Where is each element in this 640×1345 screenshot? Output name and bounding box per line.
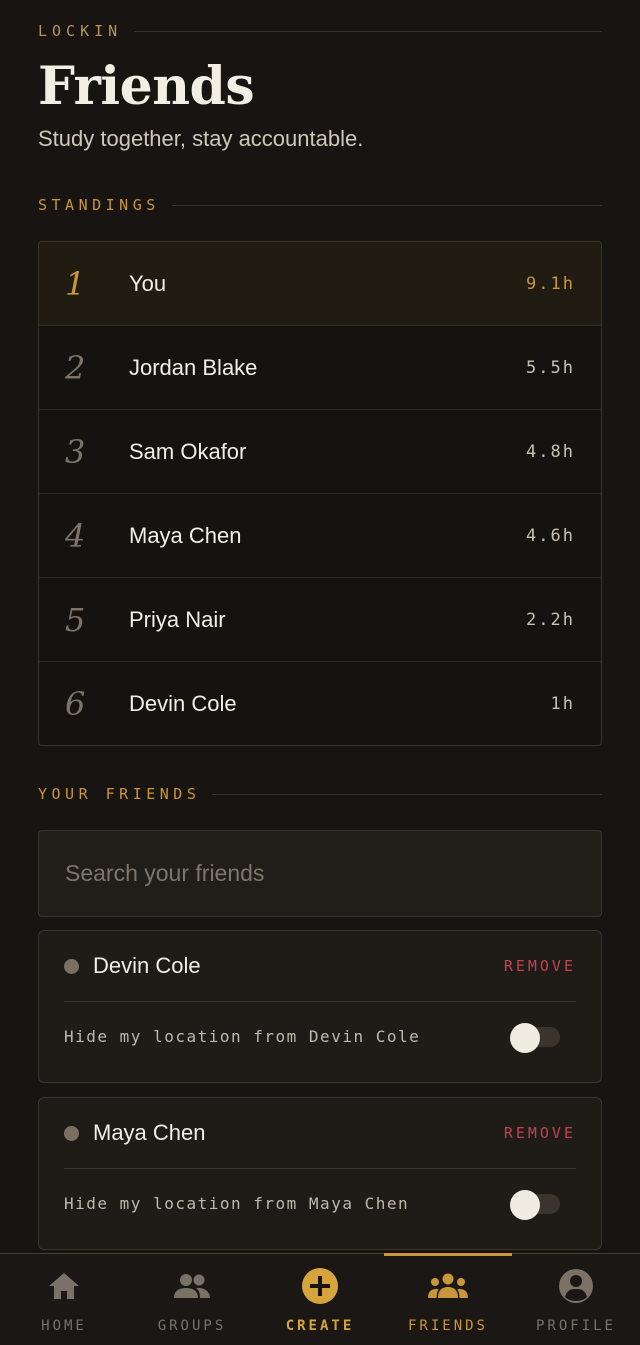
tab-home[interactable]: HOME: [0, 1254, 128, 1345]
friend-card-location: Hide my location from Maya Chen: [64, 1169, 576, 1238]
friend-card: Devin Cole REMOVE Hide my location from …: [38, 930, 602, 1083]
standings-header: STANDINGS: [38, 196, 602, 214]
standing-hours: 2.2h: [526, 609, 575, 630]
friend-name: Devin Cole: [93, 953, 201, 978]
friends-label: YOUR FRIENDS: [38, 785, 201, 803]
groups-icon: [172, 1268, 212, 1304]
hide-location-toggle[interactable]: [510, 1022, 560, 1053]
search-box: [38, 830, 602, 917]
status-dot-icon: [64, 958, 79, 974]
standing-row[interactable]: 2 Jordan Blake 5.5h: [39, 326, 601, 410]
friends-header: YOUR FRIENDS: [38, 785, 602, 803]
standing-name: Jordan Blake: [129, 354, 258, 380]
create-plus-icon: [301, 1268, 339, 1304]
page-subtitle: Study together, stay accountable.: [38, 126, 364, 151]
hide-location-label: Hide my location from Maya Chen: [64, 1194, 410, 1213]
standing-row[interactable]: 3 Sam Okafor 4.8h: [39, 410, 601, 494]
tab-label: FRIENDS: [407, 1318, 488, 1334]
toggle-knob: [510, 1022, 540, 1053]
friend-card-header: Devin Cole REMOVE: [64, 931, 576, 1002]
standing-rank: 3: [65, 432, 86, 471]
standing-row[interactable]: 1 You 9.1h: [39, 242, 601, 326]
tab-label: HOME: [41, 1318, 87, 1334]
standings-rule: [171, 204, 602, 206]
standing-name: Devin Cole: [129, 691, 237, 716]
friend-card-location: Hide my location from Devin Cole: [64, 1002, 576, 1071]
standing-rank: 1: [65, 264, 86, 303]
profile-icon: [558, 1268, 594, 1304]
friends-rule: [212, 793, 602, 795]
brand-label: LOCKIN: [38, 22, 123, 40]
remove-friend-button[interactable]: REMOVE: [504, 1124, 576, 1142]
bottom-tab-bar: HOME GROUPS CREATE FRIENDS PROFILE: [0, 1253, 640, 1345]
standing-name: Maya Chen: [129, 522, 242, 548]
standing-name: Priya Nair: [129, 606, 226, 632]
search-input[interactable]: [65, 860, 601, 887]
standing-hours: 5.5h: [526, 357, 575, 378]
standing-rank: 4: [65, 516, 86, 555]
standings-list: 1 You 9.1h 2 Jordan Blake 5.5h 3 Sam Oka…: [38, 241, 602, 746]
toggle-knob: [510, 1189, 540, 1220]
hide-location-label: Hide my location from Devin Cole: [64, 1027, 421, 1046]
tab-friends[interactable]: FRIENDS: [384, 1253, 512, 1345]
standing-row[interactable]: 6 Devin Cole 1h: [39, 662, 601, 745]
standing-name: You: [129, 270, 167, 296]
friend-card: Maya Chen REMOVE Hide my location from M…: [38, 1097, 602, 1250]
remove-friend-button[interactable]: REMOVE: [504, 957, 576, 975]
tab-profile[interactable]: PROFILE: [512, 1254, 640, 1345]
standing-row[interactable]: 4 Maya Chen 4.6h: [39, 494, 601, 578]
tab-groups[interactable]: GROUPS: [128, 1254, 256, 1345]
brand-header: LOCKIN: [38, 22, 602, 40]
standing-rank: 6: [65, 685, 86, 723]
friend-name: Maya Chen: [93, 1120, 206, 1145]
tab-create[interactable]: CREATE: [256, 1254, 384, 1345]
friends-icon: [427, 1268, 469, 1304]
standing-hours: 9.1h: [526, 273, 575, 294]
page-title: Friends: [38, 56, 255, 117]
home-icon: [47, 1268, 81, 1304]
standing-name: Sam Okafor: [129, 438, 247, 464]
friend-card-header: Maya Chen REMOVE: [64, 1098, 576, 1169]
standings-label: STANDINGS: [38, 196, 160, 214]
standing-row[interactable]: 5 Priya Nair 2.2h: [39, 578, 601, 662]
standing-rank: 5: [65, 600, 86, 639]
standing-hours: 4.8h: [526, 441, 575, 462]
status-dot-icon: [64, 1125, 79, 1141]
standing-rank: 2: [65, 348, 86, 387]
brand-rule: [134, 30, 602, 32]
standing-hours: 1h: [550, 694, 575, 714]
tab-label: GROUPS: [157, 1318, 227, 1334]
standing-hours: 4.6h: [526, 525, 575, 546]
hide-location-toggle[interactable]: [510, 1189, 560, 1220]
tab-label: CREATE: [285, 1318, 355, 1334]
tab-label: PROFILE: [535, 1318, 616, 1334]
